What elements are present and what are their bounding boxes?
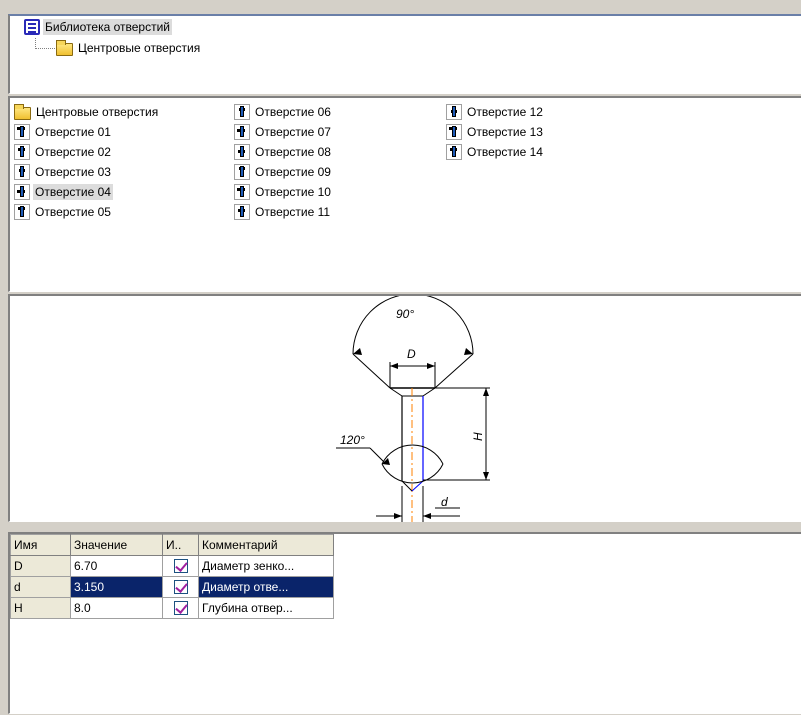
param-value-cell[interactable]: 3.150 — [70, 576, 163, 598]
hole-icon — [446, 104, 462, 120]
tree-node-center-holes[interactable]: Центровые отверстия — [56, 39, 202, 57]
list-item-hole[interactable]: Отверстие 04 — [12, 182, 160, 202]
angle-arc-90 — [352, 296, 474, 355]
table-row[interactable]: D 6.70 Диаметр зенко... — [10, 555, 334, 577]
list-item-label: Отверстие 05 — [35, 205, 111, 219]
list-item-hole[interactable]: Отверстие 08 — [232, 142, 333, 162]
checkbox-checked-icon[interactable] — [173, 580, 188, 595]
list-item-label: Отверстие 09 — [255, 165, 331, 179]
dimension-label-D: D — [407, 347, 416, 361]
list-item-hole[interactable]: Отверстие 05 — [12, 202, 160, 222]
hole-icon — [14, 204, 30, 220]
list-item-label: Отверстие 10 — [255, 185, 331, 199]
table-row[interactable]: d 3.150 Диаметр отве... — [10, 576, 334, 598]
list-item-hole[interactable]: Отверстие 09 — [232, 162, 333, 182]
hole-icon — [14, 184, 30, 200]
checkbox-checked-icon[interactable] — [173, 559, 188, 574]
table-row[interactable]: H 8.0 Глубина отвер... — [10, 597, 334, 619]
library-tree-panel: Библиотека отверстий Центровые отверстия — [8, 14, 801, 94]
hole-list-panel: Центровые отверстия Отверстие 01 Отверстие… — [8, 96, 801, 292]
list-item-hole[interactable]: Отверстие 11 — [232, 202, 333, 222]
parameters-panel: Имя Значение И.. Комментарий D 6.70 Диамет… — [8, 532, 801, 714]
list-item-label: Отверстие 06 — [255, 105, 331, 119]
list-item-hole[interactable]: Отверстие 10 — [232, 182, 333, 202]
list-item-label: Отверстие 07 — [255, 125, 331, 139]
list-column: Отверстие 12 Отверстие 13 Отверстие 14 — [444, 102, 545, 162]
list-item-hole[interactable]: Отверстие 07 — [232, 122, 333, 142]
extension-line — [434, 353, 474, 389]
tree-connector — [35, 38, 55, 49]
list-item-label: Отверстие 03 — [35, 165, 111, 179]
hole-icon — [446, 144, 462, 160]
column-header-name[interactable]: Имя — [10, 534, 71, 556]
hole-icon — [234, 164, 250, 180]
list-item-label: Отверстие 11 — [255, 205, 331, 219]
list-item-hole[interactable]: Отверстие 06 — [232, 102, 333, 122]
hole-icon — [234, 124, 250, 140]
parameters-table: Имя Значение И.. Комментарий D 6.70 Диамет… — [10, 534, 334, 619]
hole-icon — [234, 184, 250, 200]
list-item-label: Отверстие 14 — [467, 145, 543, 159]
param-comment-cell[interactable]: Диаметр отве... — [198, 576, 334, 598]
list-column: Отверстие 06 Отверстие 07 Отверстие 08 Отве… — [232, 102, 333, 222]
hole-icon — [234, 144, 250, 160]
tree-node-library-root[interactable]: Библиотека отверстий — [24, 18, 172, 36]
list-item-hole[interactable]: Отверстие 02 — [12, 142, 160, 162]
extension-line — [352, 353, 391, 389]
dimension-label-d: d — [441, 495, 448, 509]
list-item-folder[interactable]: Центровые отверстия — [12, 102, 160, 122]
hole-drawing: 90° D H 120° d — [336, 296, 490, 522]
tree-node-label: Библиотека отверстий — [43, 19, 172, 35]
table-header-row: Имя Значение И.. Комментарий — [10, 534, 334, 556]
hole-icon — [446, 124, 462, 140]
param-value-cell[interactable]: 6.70 — [70, 555, 163, 577]
param-value-cell[interactable]: 8.0 — [70, 597, 163, 619]
param-include-cell[interactable] — [162, 576, 199, 598]
column-header-include[interactable]: И.. — [162, 534, 199, 556]
checkbox-checked-icon[interactable] — [173, 601, 188, 616]
hole-icon — [234, 204, 250, 220]
param-name-cell[interactable]: d — [10, 576, 71, 598]
list-item-label: Отверстие 12 — [467, 105, 543, 119]
hole-preview-panel: 90° D H 120° d — [8, 294, 801, 522]
column-header-value[interactable]: Значение — [70, 534, 163, 556]
angle-label-120: 120° — [340, 433, 365, 447]
list-item-hole[interactable]: Отверстие 01 — [12, 122, 160, 142]
param-include-cell[interactable] — [162, 597, 199, 619]
list-item-label: Отверстие 13 — [467, 125, 543, 139]
hole-icon — [14, 124, 30, 140]
hole-icon — [14, 144, 30, 160]
list-item-hole[interactable]: Отверстие 03 — [12, 162, 160, 182]
folder-icon — [56, 39, 73, 56]
library-icon — [24, 19, 40, 35]
list-column: Центровые отверстия Отверстие 01 Отверстие… — [12, 102, 160, 222]
param-name-cell[interactable]: D — [10, 555, 71, 577]
list-item-hole[interactable]: Отверстие 14 — [444, 142, 545, 162]
list-item-hole[interactable]: Отверстие 12 — [444, 102, 545, 122]
list-item-label: Отверстие 04 — [33, 184, 113, 200]
param-name-cell[interactable]: H — [10, 597, 71, 619]
list-item-label: Отверстие 08 — [255, 145, 331, 159]
param-comment-cell[interactable]: Диаметр зенко... — [198, 555, 334, 577]
list-item-label: Отверстие 01 — [35, 125, 111, 139]
param-include-cell[interactable] — [162, 555, 199, 577]
hole-icon — [234, 104, 250, 120]
dimension-label-H: H — [471, 432, 485, 441]
list-item-hole[interactable]: Отверстие 13 — [444, 122, 545, 142]
list-item-label: Отверстие 02 — [35, 145, 111, 159]
hole-icon — [14, 164, 30, 180]
angle-label-90: 90° — [396, 307, 414, 321]
param-comment-cell[interactable]: Глубина отвер... — [198, 597, 334, 619]
tree-node-label: Центровые отверстия — [78, 41, 201, 55]
folder-icon — [14, 103, 31, 120]
list-item-label: Центровые отверстия — [36, 105, 159, 119]
column-header-comment[interactable]: Комментарий — [198, 534, 334, 556]
